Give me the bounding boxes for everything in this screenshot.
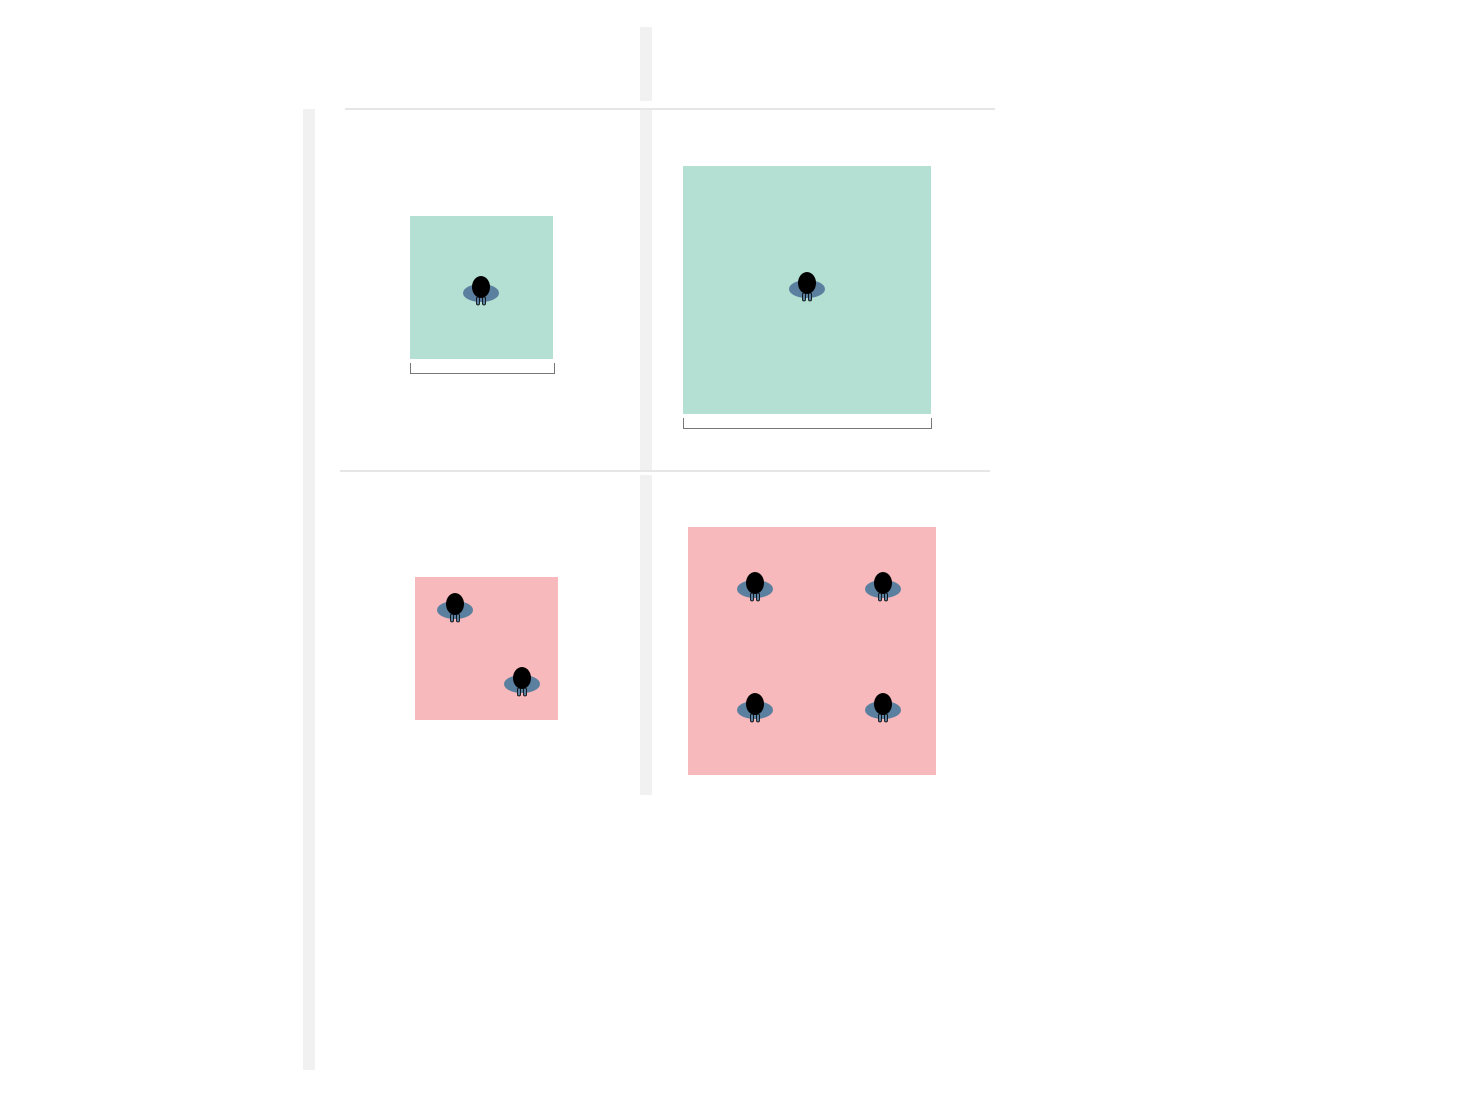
person-top-view-icon [436,588,474,626]
scale-bracket-large [683,418,932,429]
person-top-view-icon [864,688,902,726]
person-top-view-icon [462,271,500,309]
top-divider-line [345,108,995,110]
left-vertical-bar [303,109,315,1070]
middle-divider-line [340,470,990,472]
person-top-view-icon [864,567,902,605]
person-top-view-icon [788,267,826,305]
center-vertical-bar-top [640,27,652,101]
center-vertical-bar-middle [640,109,652,470]
person-top-view-icon [736,567,774,605]
scale-bracket-small [410,363,555,374]
person-top-view-icon [736,688,774,726]
center-vertical-bar-bottom [640,475,652,795]
person-top-view-icon [503,662,541,700]
panel-multi-large [688,527,936,775]
diagram-canvas [0,0,1460,1098]
